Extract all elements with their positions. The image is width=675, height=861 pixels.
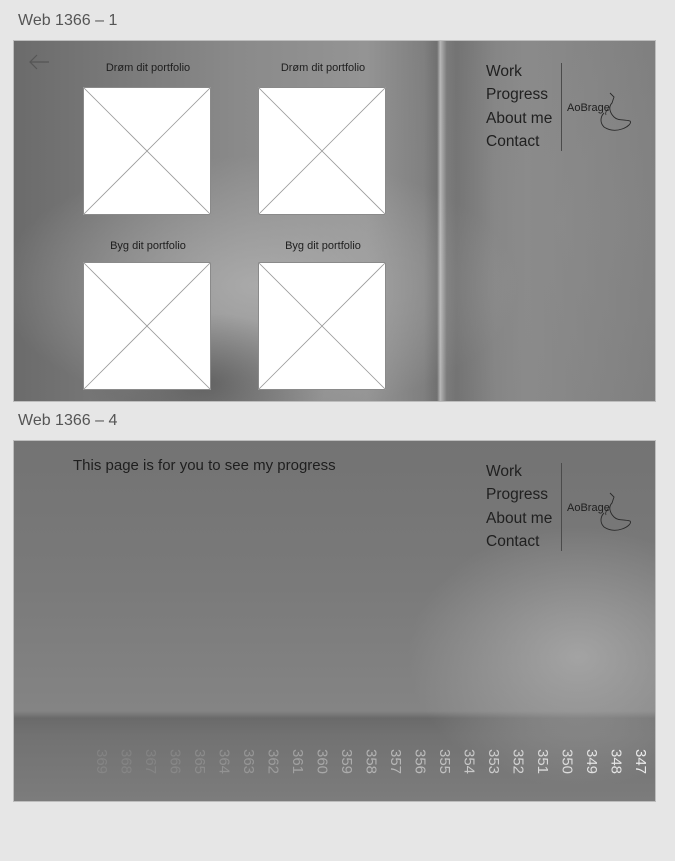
tile-label: Byg dit portfolio: [285, 240, 361, 252]
ruler-number: 359: [338, 749, 355, 774]
ruler-numbers: 347 348 349 350 351 352 353 354 355 356 357 358 359 3…: [93, 749, 649, 774]
main-nav: Work Progress About me Contact: [486, 60, 566, 153]
ruler-number: 350: [559, 749, 576, 774]
nav-divider: [561, 63, 562, 151]
ruler-number: 349: [583, 749, 600, 774]
logo[interactable]: AoBrage: [564, 91, 638, 137]
main-nav: Work Progress About me Contact: [486, 460, 566, 553]
logo[interactable]: AoBrage: [564, 491, 638, 537]
ruler-number: 356: [412, 749, 429, 774]
ruler-number: 360: [314, 749, 331, 774]
nav-item-about-me[interactable]: About me: [486, 507, 566, 530]
nav-divider: [561, 463, 562, 551]
ruler-number: 348: [608, 749, 625, 774]
bird-logo-icon: [600, 492, 631, 531]
ruler-number: 366: [167, 749, 184, 774]
ruler-number: 351: [534, 749, 551, 774]
ruler-number: 354: [461, 749, 478, 774]
image-placeholder[interactable]: [258, 87, 386, 215]
ruler-number: 365: [191, 749, 208, 774]
image-placeholder[interactable]: [83, 87, 211, 215]
ruler-number: 357: [387, 749, 404, 774]
image-placeholder[interactable]: [258, 262, 386, 390]
ruler-number: 364: [216, 749, 233, 774]
artboard-title: Web 1366 – 1: [18, 12, 118, 29]
ruler-number: 355: [436, 749, 453, 774]
nav-item-about-me[interactable]: About me: [486, 107, 566, 130]
ruler-number: 361: [289, 749, 306, 774]
ruler-number: 347: [632, 749, 649, 774]
ruler-number: 353: [485, 749, 502, 774]
artboard-web-1366-4: This page is for you to see my progress …: [14, 441, 655, 801]
artboard-title: Web 1366 – 4: [18, 412, 118, 429]
nav-item-contact[interactable]: Contact: [486, 130, 566, 153]
ruler-number: 367: [142, 749, 159, 774]
intro-text: This page is for you to see my progress: [73, 457, 336, 474]
tile-label: Drøm dit portfolio: [280, 62, 366, 74]
nav-item-work[interactable]: Work: [486, 460, 566, 483]
logo-text: AoBrage: [567, 502, 610, 514]
arrow-left-icon[interactable]: [28, 53, 50, 71]
ruler-number: 358: [363, 749, 380, 774]
logo-text: AoBrage: [567, 102, 610, 114]
nav-item-progress[interactable]: Progress: [486, 83, 566, 106]
ruler-number: 362: [265, 749, 282, 774]
tile-label: Byg dit portfolio: [110, 240, 186, 252]
image-placeholder[interactable]: [83, 262, 211, 390]
ruler-number: 368: [118, 749, 135, 774]
ruler-number: 352: [510, 749, 527, 774]
bird-logo-icon: [600, 92, 631, 131]
tile-label: Drøm dit portfolio: [105, 62, 191, 74]
nav-item-work[interactable]: Work: [486, 60, 566, 83]
nav-item-progress[interactable]: Progress: [486, 483, 566, 506]
ruler-number: 363: [240, 749, 257, 774]
nav-item-contact[interactable]: Contact: [486, 530, 566, 553]
artboard-web-1366-1: Drøm dit portfolio Drøm dit portfolio By…: [14, 41, 655, 401]
ruler-number: 369: [93, 749, 110, 774]
